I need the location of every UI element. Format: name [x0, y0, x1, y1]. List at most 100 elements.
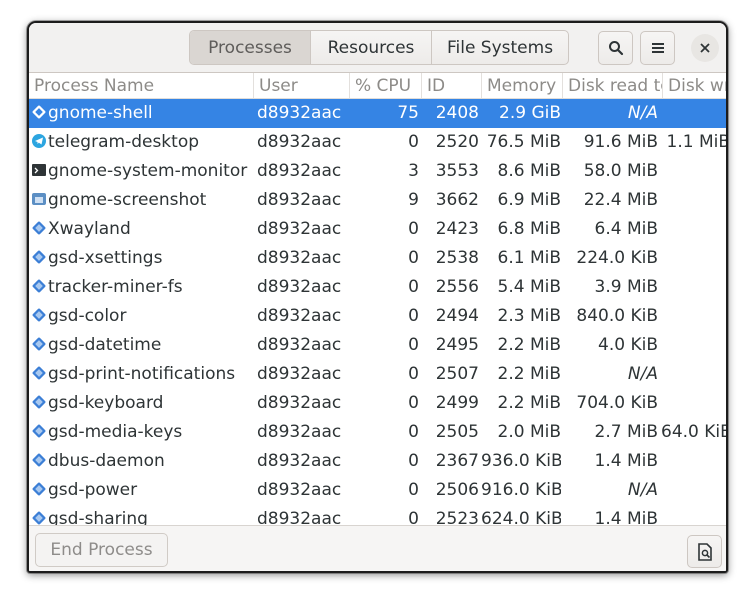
- column-header-id[interactable]: ID: [421, 73, 481, 98]
- process-name-cell: gsd-print-notifications: [48, 364, 236, 384]
- app-generic-icon: [32, 308, 48, 324]
- process-name-cell: gsd-color: [48, 306, 127, 326]
- pid-cell: 2520: [435, 132, 479, 152]
- disk-write-cell: [661, 215, 726, 244]
- pid-cell: 2507: [435, 364, 479, 384]
- column-header-memory[interactable]: Memory: [481, 73, 562, 98]
- user-cell: d8932aac: [257, 132, 342, 152]
- table-row[interactable]: telegram-desktop d8932aac 0 2520 76.5 MiB 91.…: [29, 128, 726, 157]
- table-row[interactable]: gsd-power d8932aac 0 2506 916.0 KiB N/A: [29, 476, 726, 505]
- table-row[interactable]: gsd-media-keys d8932aac 0 2505 2.0 MiB 2.7 Mi…: [29, 418, 726, 447]
- disk-read-cell: 3.9 MiB: [594, 277, 659, 297]
- memory-cell: 2.2 MiB: [497, 364, 562, 384]
- app-generic-icon: [32, 424, 48, 440]
- cpu-cell: 0: [408, 132, 419, 152]
- table-row[interactable]: gsd-xsettings d8932aac 0 2538 6.1 MiB 224.0 K…: [29, 244, 726, 273]
- table-row[interactable]: gsd-sharing d8932aac 0 2523 624.0 KiB 1.4 MiB: [29, 505, 726, 525]
- pid-cell: 3553: [435, 161, 479, 181]
- process-name-cell: gsd-power: [48, 480, 138, 500]
- user-cell: d8932aac: [257, 277, 342, 297]
- pid-cell: 2499: [435, 393, 479, 413]
- disk-read-cell: 224.0 KiB: [576, 248, 658, 268]
- column-header-user[interactable]: User: [253, 73, 349, 98]
- disk-write-cell: [661, 302, 726, 331]
- column-header-cpu[interactable]: % CPU: [349, 73, 421, 98]
- header-bar: Processes Resources File Systems: [29, 23, 726, 73]
- user-cell: d8932aac: [257, 480, 342, 500]
- cpu-cell: 9: [408, 190, 419, 210]
- pid-cell: 2494: [435, 306, 479, 326]
- table-row[interactable]: gnome-shell d8932aac 75 2408 2.9 GiB N/A: [29, 99, 726, 128]
- cpu-cell: 0: [408, 509, 419, 525]
- screenshot-icon: [32, 192, 48, 208]
- process-name-cell: tracker-miner-fs: [48, 277, 183, 297]
- process-list[interactable]: gnome-shell d8932aac 75 2408 2.9 GiB N/A teleg…: [29, 99, 726, 525]
- end-process-button[interactable]: End Process: [35, 533, 168, 567]
- cpu-cell: 0: [408, 364, 419, 384]
- footer-bar: End Process: [29, 525, 726, 571]
- pid-cell: 2538: [435, 248, 479, 268]
- disk-read-cell: N/A: [627, 364, 658, 384]
- disk-read-cell: 58.0 MiB: [583, 161, 658, 181]
- table-row[interactable]: gnome-system-monitor d8932aac 3 3553 8.6 MiB…: [29, 157, 726, 186]
- pid-cell: 2556: [435, 277, 479, 297]
- memory-cell: 6.1 MiB: [497, 248, 562, 268]
- disk-write-cell: [661, 331, 726, 360]
- disk-read-cell: 91.6 MiB: [583, 132, 658, 152]
- user-cell: d8932aac: [257, 161, 342, 181]
- column-headers: Process Name User % CPU ID Memory Disk r…: [29, 73, 726, 99]
- close-window-button[interactable]: [691, 34, 719, 62]
- column-header-disk-read[interactable]: Disk read total: [562, 73, 662, 98]
- column-header-disk-write[interactable]: Disk write total: [662, 73, 726, 98]
- disk-read-cell: 1.4 MiB: [594, 509, 659, 525]
- disk-write-cell: [661, 186, 726, 215]
- process-name-cell: gsd-sharing: [48, 509, 148, 525]
- disk-write-cell: [661, 505, 726, 525]
- disk-write-cell: 1.1 MiB: [666, 132, 727, 152]
- app-generic-icon: [32, 482, 48, 498]
- search-button[interactable]: [598, 31, 633, 65]
- tab-processes[interactable]: Processes: [190, 31, 311, 64]
- menu-button[interactable]: [640, 31, 675, 65]
- pid-cell: 2423: [435, 219, 479, 239]
- tab-file-systems[interactable]: File Systems: [432, 31, 568, 64]
- cpu-cell: 75: [397, 103, 419, 123]
- pid-cell: 2523: [435, 509, 479, 525]
- table-row[interactable]: tracker-miner-fs d8932aac 0 2556 5.4 MiB 3.9 …: [29, 273, 726, 302]
- process-name-cell: telegram-desktop: [48, 132, 200, 152]
- cpu-cell: 3: [408, 161, 419, 181]
- properties-button[interactable]: [687, 535, 722, 568]
- table-row[interactable]: dbus-daemon d8932aac 0 2367 936.0 KiB 1.4 MiB: [29, 447, 726, 476]
- cpu-cell: 0: [408, 393, 419, 413]
- disk-read-cell: 6.4 MiB: [594, 219, 659, 239]
- tab-resources[interactable]: Resources: [311, 31, 432, 64]
- table-row[interactable]: gnome-screenshot d8932aac 9 3662 6.9 MiB 22.4…: [29, 186, 726, 215]
- app-generic-icon: [32, 105, 48, 121]
- memory-cell: 624.0 KiB: [481, 509, 561, 525]
- disk-write-cell: [661, 99, 726, 128]
- disk-read-cell: 704.0 KiB: [576, 393, 658, 413]
- user-cell: d8932aac: [257, 335, 342, 355]
- table-row[interactable]: gsd-datetime d8932aac 0 2495 2.2 MiB 4.0 KiB: [29, 331, 726, 360]
- pid-cell: 3662: [435, 190, 479, 210]
- memory-cell: 6.9 MiB: [497, 190, 562, 210]
- memory-cell: 2.0 MiB: [497, 422, 562, 442]
- table-row[interactable]: gsd-print-notifications d8932aac 0 2507 2.2 …: [29, 360, 726, 389]
- telegram-icon: [32, 134, 48, 150]
- table-row[interactable]: Xwayland d8932aac 0 2423 6.8 MiB 6.4 MiB: [29, 215, 726, 244]
- disk-write-cell: [661, 157, 726, 186]
- process-name-cell: gsd-keyboard: [48, 393, 164, 413]
- table-row[interactable]: gsd-color d8932aac 0 2494 2.3 MiB 840.0 KiB: [29, 302, 726, 331]
- terminal-icon: [32, 163, 48, 179]
- user-cell: d8932aac: [257, 306, 342, 326]
- memory-cell: 936.0 KiB: [481, 451, 561, 471]
- table-row[interactable]: gsd-keyboard d8932aac 0 2499 2.2 MiB 704.0 Ki…: [29, 389, 726, 418]
- user-cell: d8932aac: [257, 451, 342, 471]
- process-name-cell: dbus-daemon: [48, 451, 165, 471]
- disk-write-cell: [661, 244, 726, 273]
- disk-read-cell: N/A: [627, 103, 658, 123]
- column-header-process-name[interactable]: Process Name: [29, 73, 253, 98]
- hamburger-menu-icon: [651, 43, 664, 53]
- user-cell: d8932aac: [257, 103, 342, 123]
- document-properties-icon: [697, 542, 712, 561]
